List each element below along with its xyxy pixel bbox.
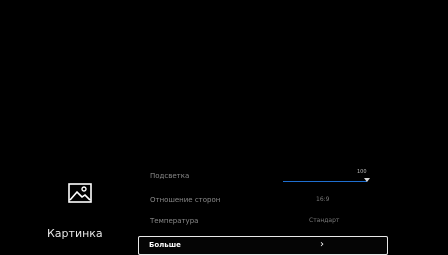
menu-item-backlight[interactable]: Подсветка 100: [150, 169, 386, 187]
picture-icon: [68, 183, 92, 203]
more-label: Больше: [149, 241, 181, 249]
aspect-ratio-value: 16:9: [316, 196, 330, 203]
backlight-label: Подсветка: [150, 172, 190, 180]
tv-settings-screen: Картинка Подсветка 100 Отношение сторон …: [0, 0, 448, 255]
backlight-slider[interactable]: [283, 178, 370, 182]
temperature-value: Стандарт: [309, 217, 340, 224]
category-label: Картинка: [47, 227, 103, 240]
backlight-value: 100: [357, 169, 367, 175]
backlight-slider-thumb[interactable]: [364, 178, 370, 182]
chevron-right-icon: ›: [320, 239, 324, 250]
menu-item-aspect-ratio[interactable]: Отношение сторон 16:9: [150, 193, 386, 211]
temperature-label: Температура: [150, 217, 199, 225]
backlight-slider-fill: [283, 181, 367, 182]
menu-item-more[interactable]: Больше ›: [138, 236, 388, 255]
aspect-ratio-label: Отношение сторон: [150, 196, 221, 204]
menu-item-temperature[interactable]: Температура Стандарт: [150, 214, 386, 232]
